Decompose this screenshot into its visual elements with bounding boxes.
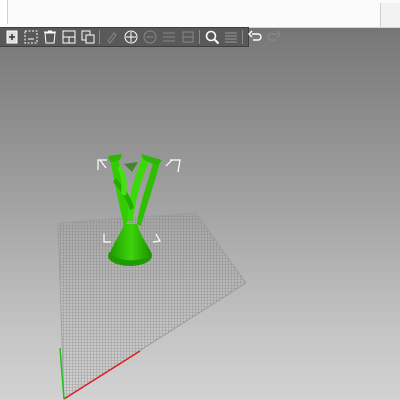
split-icon [162, 32, 175, 42]
search-icon [205, 30, 219, 45]
toolbar-separator [242, 30, 243, 44]
search-button[interactable] [202, 28, 221, 46]
arrange-icon [62, 30, 75, 44]
copy-icon [81, 30, 94, 44]
active-tab[interactable] [0, 0, 8, 24]
delete-selection-button[interactable] [21, 28, 40, 46]
paint-button[interactable] [102, 28, 121, 46]
delete-selection-icon [24, 30, 37, 44]
add-object-button[interactable] [2, 28, 21, 46]
toolbar-separator [99, 30, 100, 44]
tab-bar [0, 0, 400, 28]
add-instance-button[interactable] [121, 28, 140, 46]
paint-icon [106, 32, 117, 44]
3d-viewport[interactable] [0, 48, 400, 400]
layer-editing-icon [182, 31, 193, 43]
add-object-icon [6, 30, 17, 44]
layers-view-button[interactable] [221, 28, 240, 46]
copy-button[interactable] [78, 28, 97, 46]
main-toolbar [0, 27, 281, 47]
delete-all-button[interactable] [40, 28, 59, 46]
split-button[interactable] [159, 28, 178, 46]
layers-icon [224, 32, 237, 43]
toolbar-separator [199, 30, 200, 44]
remove-instance-icon [143, 30, 156, 44]
redo-button[interactable] [264, 28, 283, 46]
redo-icon [266, 30, 281, 41]
scene [57, 154, 247, 400]
arrange-button[interactable] [59, 28, 78, 46]
delete-all-icon [43, 30, 56, 44]
undo-icon [247, 30, 262, 41]
inactive-tab[interactable] [380, 3, 400, 27]
undo-button[interactable] [245, 28, 264, 46]
layer-editing-button[interactable] [178, 28, 197, 46]
print-bed [57, 212, 247, 400]
remove-instance-button[interactable] [140, 28, 159, 46]
add-instance-icon [124, 30, 137, 44]
